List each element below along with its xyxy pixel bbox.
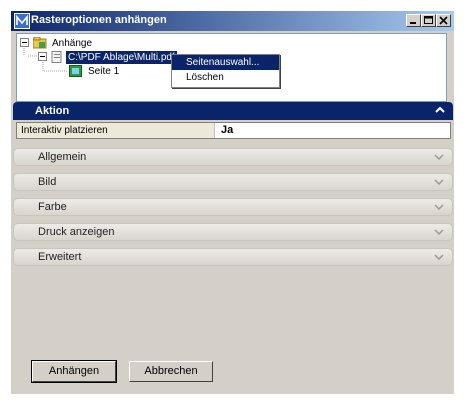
chevron-down-icon [434, 229, 444, 236]
property-name: Interaktiv platzieren [17, 123, 215, 138]
chevron-down-icon [434, 254, 444, 261]
dialog-window: Rasteroptionen anhängen Anhänge C:\PDF A… [11, 11, 454, 394]
chevron-down-icon [434, 179, 444, 186]
section-erweitert[interactable]: Erweitert [13, 248, 453, 266]
chevron-down-icon [434, 154, 444, 161]
section-label: Allgemein [38, 151, 87, 163]
section-allgemein[interactable]: Allgemein [13, 148, 453, 166]
title-bar: Rasteroptionen anhängen [11, 11, 454, 31]
aktion-label: Aktion [35, 105, 70, 117]
cancel-button[interactable]: Abbrechen [129, 361, 213, 382]
app-icon [14, 13, 30, 29]
section-farbe[interactable]: Farbe [13, 198, 453, 216]
property-row-interactive[interactable]: Interaktiv platzieren Ja [16, 122, 451, 139]
window-title: Rasteroptionen anhängen [31, 14, 167, 26]
maximize-button[interactable] [421, 14, 436, 27]
tree-page-label: Seite 1 [88, 65, 120, 77]
attach-button[interactable]: Anhängen [31, 360, 117, 383]
minimize-button[interactable] [406, 14, 421, 27]
section-label: Druck anzeigen [38, 226, 115, 238]
section-label: Bild [38, 176, 57, 188]
tree-lines [23, 46, 67, 72]
chevron-down-icon [434, 204, 444, 211]
minimize-icon [410, 22, 416, 24]
chevron-up-icon [435, 106, 445, 113]
section-label: Erweitert [38, 251, 82, 263]
section-druck-anzeigen[interactable]: Druck anzeigen [13, 223, 453, 241]
section-bild[interactable]: Bild [13, 173, 453, 191]
close-icon [439, 16, 448, 25]
context-menu: Seitenauswahl... Löschen [171, 54, 280, 88]
section-label: Farbe [38, 201, 67, 213]
menu-item-page-selection[interactable]: Seitenauswahl... [172, 55, 279, 70]
close-button[interactable] [436, 14, 451, 27]
tree-file-label: C:\PDF Ablage\Multi.pdf [66, 50, 177, 64]
menu-item-delete[interactable]: Löschen [172, 70, 279, 85]
property-value[interactable]: Ja [221, 123, 233, 138]
maximize-icon [424, 16, 433, 24]
section-header-aktion[interactable]: Aktion [13, 102, 453, 120]
